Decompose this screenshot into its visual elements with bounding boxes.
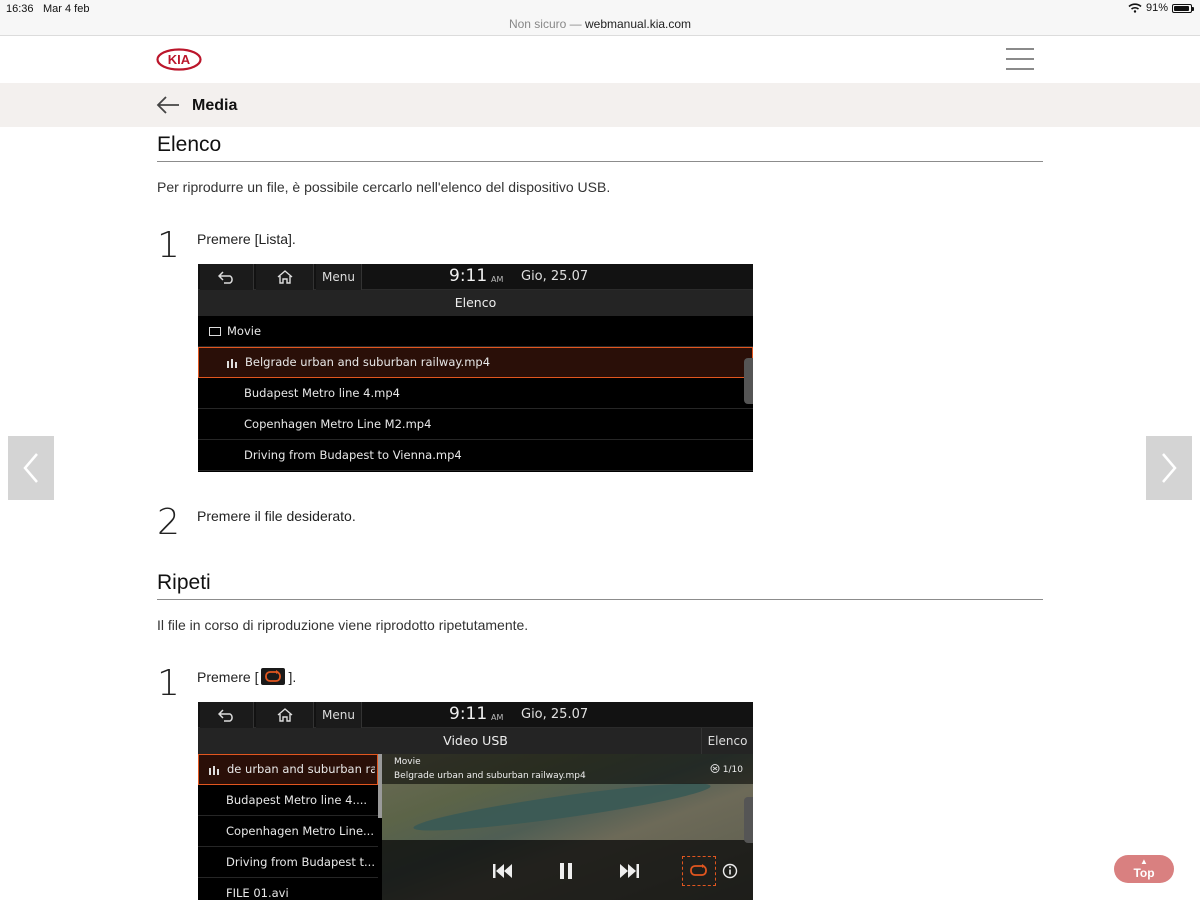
security-label: Non sicuro —	[508, 17, 582, 31]
screen-home-icon	[256, 702, 314, 728]
next-page-arrow-icon[interactable]	[1146, 436, 1192, 500]
step-text: Premere il file desiderato.	[197, 508, 356, 524]
url-host: webmanual.kia.com	[584, 17, 692, 31]
previous-page-arrow-icon[interactable]	[8, 436, 54, 500]
back-to-top-button[interactable]: ▲ Top	[1114, 855, 1174, 883]
list-item: de urban and suburban ra	[198, 754, 378, 785]
section-description-ripeti: Il file in corso di riproduzione viene r…	[157, 617, 529, 633]
infotainment-list-screenshot: Menu 9:11 AM Gio, 25.07 Elenco Movie Bel…	[198, 264, 753, 472]
video-folder: Movie	[394, 757, 421, 767]
battery-level	[1174, 5, 1189, 11]
video-info-header: Movie Belgrade urban and suburban railwa…	[382, 754, 753, 784]
hamburger-menu-icon[interactable]	[1006, 48, 1034, 72]
status-date: Mar 4 feb	[43, 3, 90, 15]
screen-back-icon	[200, 702, 254, 728]
screen-menu-button: Menu	[316, 264, 362, 290]
file-name: Budapest Metro line 4....	[226, 793, 368, 807]
video-title: Belgrade urban and suburban railway.mp4	[394, 771, 586, 781]
file-list: Movie Belgrade urban and suburban railwa…	[198, 316, 753, 471]
now-playing-icon	[227, 359, 237, 368]
step-text: Premere [ ].	[197, 668, 297, 685]
screen-title: Video USB	[198, 728, 753, 754]
list-item: Budapest Metro line 4....	[198, 785, 378, 816]
section-description-elenco: Per riprodurre un file, è possibile cerc…	[157, 179, 611, 195]
battery-icon	[1172, 3, 1194, 13]
section-heading-elenco: Elenco	[157, 133, 1043, 162]
video-preview: Movie Belgrade urban and suburban railwa…	[382, 754, 753, 900]
list-item: FILE 01.avi	[198, 878, 378, 900]
screen-menu-button: Menu	[316, 702, 362, 728]
screen-date: Gio, 25.07	[521, 707, 589, 722]
repeat-icon	[690, 864, 707, 876]
video-frame-river	[411, 775, 713, 839]
url-bar[interactable]: Non sicuro — webmanual.kia.com	[0, 17, 1200, 31]
wifi-icon	[1128, 3, 1142, 13]
svg-text:KIA: KIA	[168, 52, 191, 67]
pause-icon	[560, 863, 572, 879]
playback-controls	[382, 840, 753, 900]
folder-icon	[209, 327, 221, 336]
file-name: Driving from Budapest t...	[226, 855, 374, 869]
screen-title: Elenco	[198, 290, 753, 316]
file-name: FILE 01.avi	[226, 886, 289, 900]
battery-percent: 91%	[1145, 2, 1168, 14]
top-button-label: Top	[1133, 866, 1155, 880]
screen-time: 9:11	[449, 266, 488, 286]
screen-home-icon	[256, 264, 314, 290]
status-bar: 16:36 Mar 4 feb 91% Non sicuro — webmanu…	[0, 0, 1200, 36]
screen-back-icon	[200, 264, 254, 290]
file-name: Copenhagen Metro Line M2.mp4	[244, 417, 432, 431]
file-name: Driving from Budapest to Vienna.mp4	[244, 448, 462, 462]
screen-top-bar: Menu 9:11 AM Gio, 25.07	[198, 264, 753, 290]
section-bar: Media	[0, 83, 1200, 127]
list-item: Driving from Budapest t...	[198, 847, 378, 878]
kia-logo[interactable]: KIA	[156, 48, 202, 71]
file-name: Budapest Metro line 4.mp4	[244, 386, 400, 400]
list-item: Copenhagen Metro Line M2.mp4	[198, 409, 753, 440]
side-handle	[744, 358, 753, 404]
list-item: Driving from Budapest to Vienna.mp4	[198, 440, 753, 471]
step-text: Premere [Lista].	[197, 231, 296, 247]
step-number: 1	[157, 663, 180, 704]
file-list: de urban and suburban ra Budapest Metro …	[198, 754, 378, 900]
repeat-icon	[261, 668, 286, 685]
status-indicators: 91%	[1128, 2, 1194, 14]
info-icon	[722, 863, 738, 879]
list-item: Copenhagen Metro Line...	[198, 816, 378, 847]
folder-name: Movie	[227, 324, 262, 338]
screen-time: 9:11	[449, 704, 488, 724]
screen-list-button: Elenco	[701, 728, 753, 754]
screen-ampm: AM	[491, 713, 504, 722]
screen-top-bar: Menu 9:11 AM Gio, 25.07	[198, 702, 753, 728]
side-handle	[744, 797, 753, 843]
repeat-button-highlight	[682, 856, 716, 886]
file-name: Belgrade urban and suburban railway.mp4	[245, 355, 491, 369]
status-time: 16:36	[6, 3, 34, 15]
now-playing-icon	[209, 766, 219, 775]
file-name: Copenhagen Metro Line...	[226, 824, 374, 838]
folder-row: Movie	[198, 316, 753, 347]
previous-track-icon	[493, 864, 512, 878]
section-heading-ripeti: Ripeti	[157, 571, 1043, 600]
file-name: de urban and suburban ra	[227, 762, 375, 776]
step-number: 1	[157, 225, 180, 266]
infotainment-video-screenshot: Menu 9:11 AM Gio, 25.07 Video USB Elenco…	[198, 702, 753, 900]
site-header: KIA	[0, 37, 1200, 83]
screen-ampm: AM	[491, 275, 504, 284]
shuffle-icon	[710, 764, 720, 773]
list-item: Belgrade urban and suburban railway.mp4	[198, 347, 753, 378]
section-title: Media	[192, 97, 238, 114]
back-arrow-icon[interactable]	[156, 95, 180, 115]
next-track-icon	[620, 864, 639, 878]
screen-date: Gio, 25.07	[521, 269, 589, 284]
list-item: Budapest Metro line 4.mp4	[198, 378, 753, 409]
step-number: 2	[157, 502, 180, 543]
video-counter: 1/10	[710, 764, 743, 775]
